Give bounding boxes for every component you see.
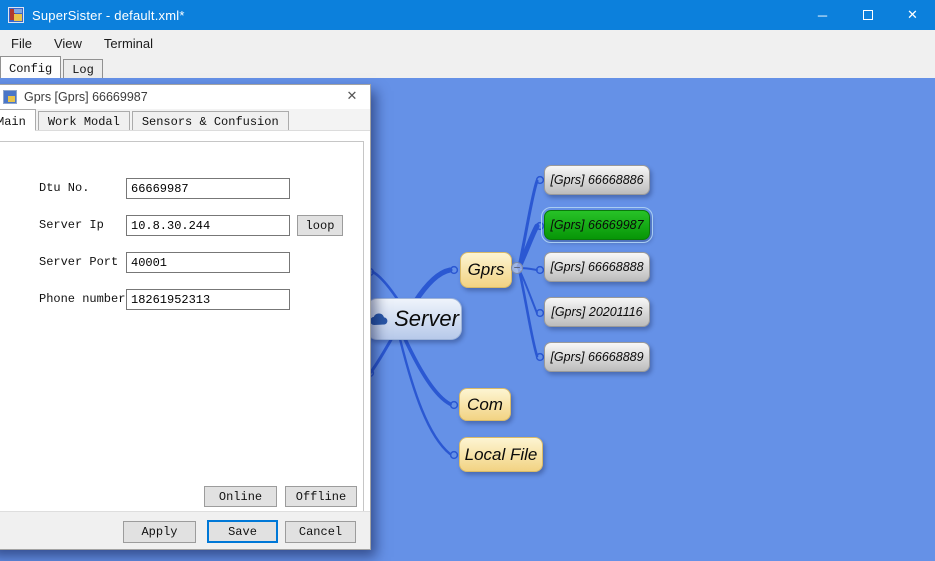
node-label: Local File [465, 445, 538, 465]
menu-file[interactable]: File [0, 32, 43, 55]
online-button[interactable]: Online [204, 486, 277, 507]
dialog-footer: Apply Save Cancel [0, 511, 370, 549]
node-gprs-66669987-selected[interactable]: [Gprs] 66669987 [544, 210, 650, 240]
node-gprs-66668888[interactable]: [Gprs] 66668888 [544, 252, 650, 282]
node-label: [Gprs] 66668889 [550, 350, 643, 364]
node-label: Com [467, 395, 503, 415]
loop-button[interactable]: loop [297, 215, 343, 236]
dialog-title: Gprs [Gprs] 66669987 [24, 90, 148, 104]
menu-view[interactable]: View [43, 32, 93, 55]
server-port-row: Server Port [0, 252, 363, 273]
window-controls: ─ ✕ [800, 0, 935, 30]
node-label: Server [394, 306, 459, 332]
tab-main[interactable]: Main [0, 109, 36, 131]
dtu-no-field[interactable] [126, 178, 290, 199]
dialog-title-bar[interactable]: Gprs [Gprs] 66669987 ✕ [0, 85, 370, 109]
maximize-icon[interactable] [845, 0, 890, 30]
node-label: [Gprs] 66668886 [550, 173, 643, 187]
cloud-icon [369, 312, 389, 326]
node-label: [Gprs] 66669987 [550, 218, 643, 232]
offline-button[interactable]: Offline [285, 486, 357, 507]
node-label: [Gprs] 66668888 [550, 260, 643, 274]
tab-sensors-confusion[interactable]: Sensors & Confusion [132, 111, 289, 130]
node-gprs-66668889[interactable]: [Gprs] 66668889 [544, 342, 650, 372]
dialog-main-page: Dtu No. Server Ip loop Server Port Phone… [0, 131, 370, 513]
dtu-no-row: Dtu No. [0, 178, 363, 199]
cancel-button[interactable]: Cancel [285, 521, 356, 543]
server-port-field[interactable] [126, 252, 290, 273]
application-window: SuperSister - default.xml* ─ ✕ File View… [0, 0, 935, 561]
menu-terminal[interactable]: Terminal [93, 32, 164, 55]
main-tabstrip: Config Log [0, 56, 935, 78]
server-ip-row: Server Ip loop [0, 215, 363, 236]
server-ip-field[interactable] [126, 215, 290, 236]
menu-bar: File View Terminal [0, 30, 935, 56]
save-button[interactable]: Save [207, 520, 278, 543]
form-icon [3, 90, 17, 104]
dialog-tabstrip: Main Work Modal Sensors & Confusion [0, 109, 370, 131]
collapse-icon[interactable]: − [511, 262, 523, 274]
apply-button[interactable]: Apply [123, 521, 196, 543]
phone-number-label: Phone number [39, 292, 125, 306]
node-local-file[interactable]: Local File [459, 437, 543, 472]
minimize-icon[interactable]: ─ [800, 0, 845, 30]
tab-log[interactable]: Log [63, 59, 103, 78]
node-label: Gprs [468, 260, 505, 280]
node-gprs[interactable]: Gprs [460, 252, 512, 288]
dialog-close-icon[interactable]: ✕ [343, 88, 361, 104]
tab-work-modal[interactable]: Work Modal [38, 111, 130, 130]
title-bar: SuperSister - default.xml* ─ ✕ [0, 0, 935, 30]
node-com[interactable]: Com [459, 388, 511, 421]
window-title: SuperSister - default.xml* [32, 8, 185, 23]
node-gprs-20201116[interactable]: [Gprs] 20201116 [544, 297, 650, 327]
server-ip-label: Server Ip [39, 218, 104, 232]
gprs-settings-dialog: Gprs [Gprs] 66669987 ✕ Main Work Modal S… [0, 84, 371, 550]
server-port-label: Server Port [39, 255, 118, 269]
node-label: [Gprs] 20201116 [551, 305, 642, 319]
phone-number-field[interactable] [126, 289, 290, 310]
app-icon [8, 7, 24, 23]
phone-number-row: Phone number [0, 289, 363, 310]
node-server[interactable]: Server [366, 298, 462, 340]
dtu-no-label: Dtu No. [39, 181, 89, 195]
node-gprs-66668886[interactable]: [Gprs] 66668886 [544, 165, 650, 195]
settings-panel: Dtu No. Server Ip loop Server Port Phone… [0, 141, 364, 512]
close-icon[interactable]: ✕ [890, 0, 935, 30]
tab-config[interactable]: Config [0, 56, 61, 78]
